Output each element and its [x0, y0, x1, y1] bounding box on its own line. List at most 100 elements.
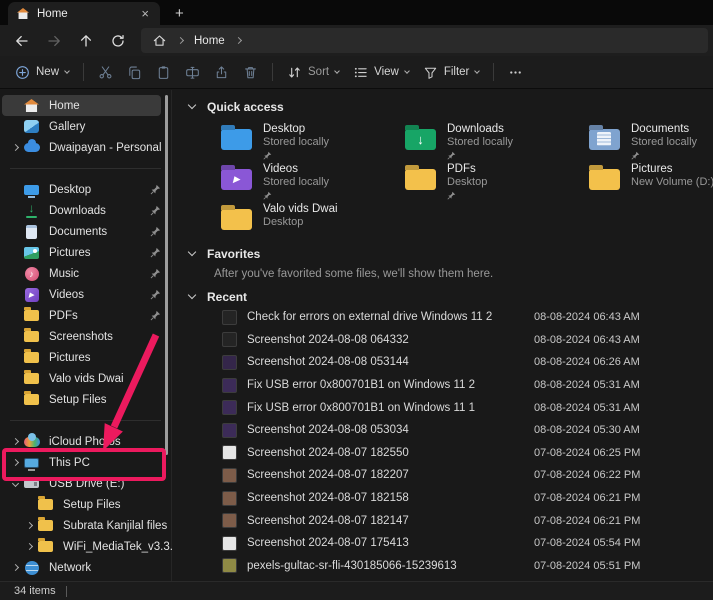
paste-button[interactable]: [149, 60, 178, 85]
recent-file-row[interactable]: pexels-gultac-sr-fli-430185066-15239613 …: [189, 555, 713, 578]
recent-file-row[interactable]: Screenshot 2024-08-07 182147 07-08-2024 …: [189, 509, 713, 532]
share-button[interactable]: [207, 60, 236, 85]
sidebar-item[interactable]: Gallery: [2, 116, 161, 137]
pin-icon: [447, 191, 456, 200]
status-bar: 34 items: [0, 581, 713, 600]
folder-icon: [221, 209, 252, 230]
sidebar-item[interactable]: PDFs: [2, 305, 161, 326]
file-thumbnail: [222, 355, 237, 370]
sidebar-item[interactable]: WiFi_MediaTek_v3.3.0.350: [16, 536, 161, 557]
file-explorer-window: Home × + Home New: [0, 0, 713, 600]
quick-access-tile[interactable]: Valo vids Dwai Desktop: [221, 202, 405, 239]
file-date-modified: 08-08-2024 06:43 AM: [534, 311, 640, 323]
section-header-recent[interactable]: Recent: [189, 289, 713, 304]
rename-button[interactable]: [178, 60, 207, 85]
pin-icon: [263, 191, 272, 200]
recent-file-row[interactable]: Screenshot 2024-08-07 182207 07-08-2024 …: [189, 464, 713, 487]
sidebar-item[interactable]: Downloads: [2, 200, 161, 221]
sidebar-item[interactable]: Pictures: [2, 242, 161, 263]
toolbar-divider: [272, 63, 273, 81]
chevron-right-icon[interactable]: [235, 37, 242, 44]
sidebar-item[interactable]: Dwaipayan - Personal: [2, 137, 161, 158]
recent-file-row[interactable]: Screenshot 2024-08-08 064332 08-08-2024 …: [189, 329, 713, 352]
recent-file-row[interactable]: Screenshot 2024-08-07 182550 07-08-2024 …: [189, 442, 713, 465]
chevron-slot: [7, 439, 23, 444]
section-header-favorites[interactable]: Favorites: [189, 246, 713, 261]
sidebar-item[interactable]: Documents: [2, 221, 161, 242]
new-tab-button[interactable]: +: [175, 6, 184, 21]
recent-file-row[interactable]: Fix USB error 0x800701B1 on Windows 11 1…: [189, 396, 713, 419]
section-header-quick-access[interactable]: Quick access: [189, 99, 713, 114]
sidebar-item[interactable]: Setup Files: [16, 494, 161, 515]
view-button[interactable]: View: [346, 60, 416, 85]
sidebar-item[interactable]: Music: [2, 263, 161, 284]
sort-button[interactable]: Sort: [280, 60, 346, 85]
sidebar-item[interactable]: Subrata Kanjilal files: [16, 515, 161, 536]
quick-access-tile[interactable]: Desktop Stored locally: [221, 122, 405, 159]
command-toolbar: New Sort View: [0, 56, 713, 89]
recent-file-row[interactable]: Fix USB error 0x800701B1 on Windows 11 2…: [189, 374, 713, 397]
more-options-button[interactable]: [501, 60, 530, 85]
sidebar-item-label: Pictures: [49, 247, 91, 259]
quick-access-tile[interactable]: Pictures New Volume (D:): [589, 162, 713, 199]
trash-icon: [243, 65, 258, 80]
expand-chevron-icon[interactable]: [11, 459, 18, 466]
tab-home[interactable]: Home ×: [8, 2, 160, 25]
sidebar-item[interactable]: Screenshots: [2, 326, 161, 347]
sidebar-item[interactable]: Setup Files: [2, 389, 161, 410]
sidebar-item[interactable]: Desktop: [2, 179, 161, 200]
expand-chevron-icon[interactable]: [25, 522, 32, 529]
recent-file-row[interactable]: Screenshot 2024-08-08 053034 08-08-2024 …: [189, 419, 713, 442]
filter-button[interactable]: Filter: [416, 60, 487, 85]
tab-bar: Home × +: [0, 0, 713, 25]
collapse-chevron-icon[interactable]: [188, 101, 196, 109]
file-date-modified: 08-08-2024 05:31 AM: [534, 402, 640, 414]
quick-access-tile[interactable]: PDFs Desktop: [405, 162, 589, 199]
quick-access-tile[interactable]: Documents Stored locally: [589, 122, 713, 159]
sidebar-item[interactable]: Pictures: [2, 347, 161, 368]
sidebar-item[interactable]: Videos: [2, 284, 161, 305]
expand-chevron-icon[interactable]: [11, 144, 18, 151]
expand-chevron-icon[interactable]: [11, 480, 18, 487]
item-icon-wrap: [23, 266, 40, 282]
breadcrumb[interactable]: Home: [141, 28, 708, 53]
item-icon-wrap: [23, 434, 40, 450]
breadcrumb-home-icon[interactable]: [152, 33, 167, 48]
sidebar-item-label: Screenshots: [49, 331, 113, 343]
tile-subtitle: Stored locally: [263, 176, 329, 189]
up-button[interactable]: [72, 28, 99, 54]
cut-button[interactable]: [91, 60, 120, 85]
pin-icon: [150, 184, 161, 195]
file-thumbnail: [222, 310, 237, 325]
sidebar-item[interactable]: USB Drive (E:): [2, 473, 161, 494]
copy-button[interactable]: [120, 60, 149, 85]
delete-button[interactable]: [236, 60, 265, 85]
recent-file-row[interactable]: Screenshot 2024-08-07 175413 07-08-2024 …: [189, 532, 713, 555]
item-icon-wrap: [23, 308, 40, 324]
recent-file-row[interactable]: Check for errors on external drive Windo…: [189, 306, 713, 329]
item-icon-wrap: [37, 497, 54, 513]
quick-access-tile[interactable]: Downloads Stored locally: [405, 122, 589, 159]
recent-file-row[interactable]: Screenshot 2024-08-07 182158 07-08-2024 …: [189, 487, 713, 510]
collapse-chevron-icon[interactable]: [188, 291, 196, 299]
sidebar-item-label: Pictures: [49, 352, 91, 364]
refresh-button[interactable]: [104, 28, 131, 54]
back-button[interactable]: [8, 28, 35, 54]
forward-button[interactable]: [40, 28, 67, 54]
sidebar-item[interactable]: iCloud Photos: [2, 431, 161, 452]
sidebar-item[interactable]: Valo vids Dwai: [2, 368, 161, 389]
recent-file-row[interactable]: Screenshot 2024-08-08 053144 08-08-2024 …: [189, 351, 713, 374]
sidebar-item[interactable]: This PC: [2, 452, 161, 473]
collapse-chevron-icon[interactable]: [188, 248, 196, 256]
breadcrumb-segment-home[interactable]: Home: [194, 35, 225, 47]
expand-chevron-icon[interactable]: [11, 438, 18, 445]
expand-chevron-icon[interactable]: [25, 543, 32, 550]
sidebar-item[interactable]: Home: [2, 95, 161, 116]
sidebar-item[interactable]: Network: [2, 557, 161, 578]
new-button[interactable]: New: [8, 60, 76, 85]
close-tab-icon[interactable]: ×: [139, 7, 151, 20]
expand-chevron-icon[interactable]: [11, 564, 18, 571]
quick-access-tile[interactable]: Videos Stored locally: [221, 162, 405, 199]
sidebar-scrollbar[interactable]: [165, 95, 168, 455]
item-icon: [38, 520, 53, 531]
